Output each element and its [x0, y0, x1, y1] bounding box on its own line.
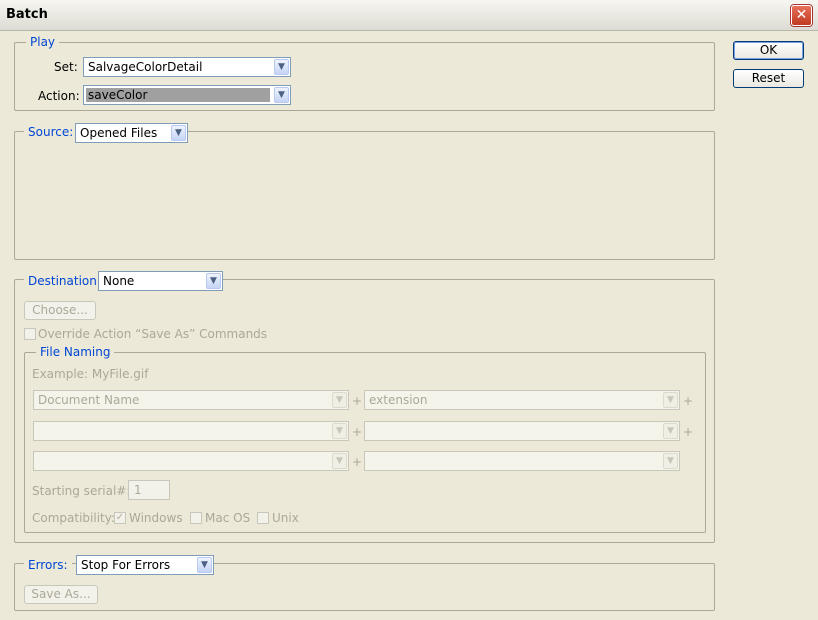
destination-value: None	[103, 274, 135, 288]
source-label: Source:	[24, 125, 78, 139]
naming-field-2[interactable]: extension ▼	[364, 390, 680, 410]
macos-checkbox[interactable]	[190, 512, 202, 524]
file-naming-legend: File Naming	[36, 345, 115, 359]
destination-label: Destination:	[24, 274, 105, 288]
chevron-down-icon[interactable]: ▼	[663, 392, 678, 408]
set-label: Set:	[54, 60, 78, 74]
naming-field-1[interactable]: Document Name ▼	[33, 390, 349, 410]
serial-label: Starting serial#:	[32, 484, 131, 498]
set-value: SalvageColorDetail	[88, 60, 203, 74]
chevron-down-icon[interactable]: ▼	[171, 125, 186, 141]
plus-sign: +	[683, 394, 694, 408]
naming-field-6[interactable]: ▼	[364, 451, 680, 471]
source-value: Opened Files	[80, 126, 158, 140]
errors-value: Stop For Errors	[81, 558, 171, 572]
play-legend: Play	[26, 35, 60, 49]
action-dropdown[interactable]: saveColor ▼	[83, 85, 291, 105]
errors-dropdown[interactable]: Stop For Errors ▼	[76, 555, 214, 575]
plus-sign: +	[352, 455, 363, 469]
naming-field-1-value: Document Name	[38, 393, 140, 407]
plus-sign: +	[683, 425, 694, 439]
window-title: Batch	[6, 7, 48, 22]
reset-button[interactable]: Reset	[733, 69, 804, 88]
plus-sign: +	[352, 425, 363, 439]
set-dropdown[interactable]: SalvageColorDetail ▼	[83, 57, 291, 77]
windows-label: Windows	[129, 511, 183, 525]
serial-input[interactable]: 1	[128, 480, 170, 500]
unix-label: Unix	[272, 511, 299, 525]
plus-sign: +	[352, 394, 363, 408]
chevron-down-icon[interactable]: ▼	[332, 392, 347, 408]
naming-field-3[interactable]: ▼	[33, 421, 349, 441]
chevron-down-icon[interactable]: ▼	[332, 423, 347, 439]
windows-checkbox[interactable]: ✓	[114, 512, 126, 524]
ok-button[interactable]: OK	[733, 41, 804, 60]
chevron-down-icon[interactable]: ▼	[663, 423, 678, 439]
chevron-down-icon[interactable]: ▼	[206, 273, 221, 289]
macos-label: Mac OS	[205, 511, 251, 525]
action-value: saveColor	[86, 88, 270, 102]
action-label: Action:	[38, 89, 80, 103]
source-group	[14, 131, 715, 260]
close-button[interactable]: ✕	[791, 5, 812, 26]
naming-field-5[interactable]: ▼	[33, 451, 349, 471]
override-checkbox[interactable]	[24, 328, 36, 340]
unix-checkbox[interactable]	[257, 512, 269, 524]
chevron-down-icon[interactable]: ▼	[332, 453, 347, 469]
title-bar: Batch ✕	[0, 0, 818, 31]
chevron-down-icon[interactable]: ▼	[274, 59, 289, 75]
source-dropdown[interactable]: Opened Files ▼	[75, 123, 188, 143]
destination-dropdown[interactable]: None ▼	[98, 271, 223, 291]
chevron-down-icon[interactable]: ▼	[274, 87, 289, 103]
errors-label: Errors:	[24, 558, 72, 572]
naming-field-2-value: extension	[369, 393, 428, 407]
file-naming-example: Example: MyFile.gif	[32, 367, 149, 381]
choose-button[interactable]: Choose...	[24, 301, 96, 320]
override-label: Override Action “Save As” Commands	[38, 327, 268, 341]
naming-field-4[interactable]: ▼	[364, 421, 680, 441]
chevron-down-icon[interactable]: ▼	[197, 557, 212, 573]
compatibility-label: Compatibility:	[32, 511, 116, 525]
save-as-button[interactable]: Save As...	[24, 585, 98, 604]
chevron-down-icon[interactable]: ▼	[663, 453, 678, 469]
